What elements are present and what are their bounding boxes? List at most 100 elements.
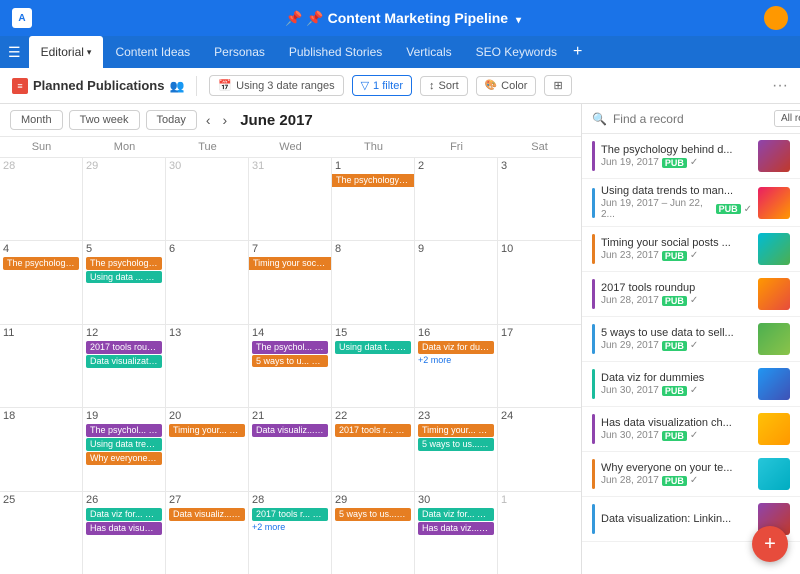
calendar-day[interactable]: 11 [0,325,83,407]
calendar-day[interactable]: 21Data visualiz... EDIT 🏔 [249,408,332,490]
add-tab-button[interactable]: + [573,43,582,61]
tab-content-ideas[interactable]: Content Ideas [103,36,202,68]
calendar-day[interactable]: 26Data viz for... EDIT 🏔Has data visuali… [83,492,166,574]
event-pill[interactable]: The psychology behind data viz DRAFT 🏔 [332,174,414,187]
tab-personas-label: Personas [214,45,265,59]
add-record-button[interactable]: + [752,526,788,562]
calendar-day[interactable]: 16Data viz for dummies DRAFT 🏔+2 more [415,325,498,407]
calendar-day[interactable]: 1 The psychology behind data viz DRAFT 🏔 [332,158,415,240]
calendar-day[interactable]: 10 [498,241,581,323]
event-pill[interactable]: +2 more [418,355,494,365]
two-week-view-button[interactable]: Two week [69,110,140,130]
calendar-day[interactable]: 30 [166,158,249,240]
tab-seo-keywords[interactable]: SEO Keywords [464,36,569,68]
event-pill[interactable]: Data visualiz... EDIT 🏔 [252,424,328,437]
event-pill[interactable]: Why everyone on your team need... DRAFT … [86,452,162,465]
list-item[interactable]: Has data visualization ch...Jun 30, 2017… [582,407,800,452]
calendar-day[interactable]: 27Data visualiz... PUB ✓ [166,492,249,574]
next-month-button[interactable]: › [220,112,231,128]
event-pill[interactable]: Data viz for... EDIT 🏔 [86,508,162,521]
calendar-day[interactable]: 122017 tools roundup DRAFT 🏔Data visuali… [83,325,166,407]
event-pill[interactable]: 5 ways to us... EDIT 🏔 [418,438,494,451]
event-pill[interactable]: Data visualization: Linking left brain &… [86,355,162,368]
event-pill[interactable]: Data viz for dummies DRAFT 🏔 [418,341,494,354]
calendar-day[interactable]: 19The psychol... PUB ✓Using data trends … [83,408,166,490]
calendar-day[interactable]: 8 [332,241,415,323]
tab-verticals[interactable]: Verticals [394,36,463,68]
event-pill[interactable]: 5 ways to u... DRAFT... [252,355,328,367]
filter-button[interactable]: ▽ 1 filter [352,75,412,96]
event-pill[interactable]: Has data visualization changed the busin… [86,522,162,535]
event-pill[interactable]: Using data ... DRAFT... [86,271,162,283]
event-pill[interactable]: The psychol... EDIT 🏔 [252,341,328,354]
calendar-day[interactable]: 18 [0,408,83,490]
tab-personas[interactable]: Personas [202,36,277,68]
calendar-day[interactable]: 282017 tools r... PUB ✓+2 more [249,492,332,574]
calendar-day[interactable]: 2 [415,158,498,240]
all-records-button[interactable]: All records ▾ [774,110,800,127]
calendar-day[interactable]: 20Timing your... EDIT 🏔 [166,408,249,490]
list-item[interactable]: 5 ways to use data to sell...Jun 29, 201… [582,317,800,362]
record-thumbnail [758,458,790,490]
calendar-day[interactable]: 5The psychology ... DRAFT 🏔Using data ..… [83,241,166,323]
calendar-day[interactable]: 23Timing your... PUB ✓5 ways to us... ED… [415,408,498,490]
calendar-day[interactable]: 4The psychology ... DRAFT 🏔 [0,241,83,323]
calendar-day[interactable]: 3 [498,158,581,240]
event-pill[interactable]: The psychology ... DRAFT 🏔 [3,257,79,270]
prev-month-button[interactable]: ‹ [203,112,214,128]
find-record-input[interactable] [613,112,768,126]
list-item[interactable]: Using data trends to man...Jun 19, 2017 … [582,179,800,227]
calendar-day[interactable]: 222017 tools r... EDIT 🏔 [332,408,415,490]
event-pill[interactable]: +2 more [252,522,328,532]
calendar-day[interactable]: 25 [0,492,83,574]
event-pill[interactable]: 2017 tools r... EDIT 🏔 [335,424,411,437]
event-pill[interactable]: The psychol... PUB ✓ [86,424,162,437]
list-item[interactable]: Why everyone on your te...Jun 28, 2017 P… [582,452,800,497]
event-pill[interactable]: Timing your... EDIT 🏔 [169,424,245,437]
calendar-day[interactable]: 15Using data t... EDIT 🏔 [332,325,415,407]
record-title: Data visualization: Linkin... [601,513,752,525]
event-pill[interactable]: Using data t... EDIT 🏔 [335,341,411,354]
calendar-day[interactable]: 28 [0,158,83,240]
event-pill[interactable]: Data visualiz... PUB ✓ [169,508,245,521]
list-item[interactable]: 2017 tools roundupJun 28, 2017 PUB ✓ [582,272,800,317]
event-pill[interactable]: The psychology ... DRAFT 🏔 [86,257,162,270]
sort-button[interactable]: ↕ Sort [420,76,468,96]
calendar-day[interactable]: 31 [249,158,332,240]
month-view-button[interactable]: Month [10,110,63,130]
calendar-day[interactable]: 295 ways to us... PUB ✓ [332,492,415,574]
day-number: 1 [335,160,411,172]
tab-published-stories[interactable]: Published Stories [277,36,394,68]
calendar-day[interactable]: 13 [166,325,249,407]
event-pill[interactable]: Data viz for... PUB ✓ [418,508,494,521]
event-pill[interactable]: 5 ways to us... PUB ✓ [335,508,411,521]
more-options-button[interactable]: ··· [772,77,788,95]
event-pill[interactable]: Timing your social posts for success DRA… [249,257,331,270]
record-info: Data viz for dummiesJun 30, 2017 PUB ✓ [601,372,752,396]
color-button[interactable]: 🎨 Color [476,76,537,96]
expand-button[interactable]: ⊞ [544,75,571,96]
hamburger-icon[interactable]: ☰ [8,44,21,61]
event-pill[interactable]: Has data viz... PUB ✓ [418,522,494,535]
calendar-day[interactable]: 9 [415,241,498,323]
calendar-day[interactable]: 1 [498,492,581,574]
list-item[interactable]: Data viz for dummiesJun 30, 2017 PUB ✓ [582,362,800,407]
list-item[interactable]: Timing your social posts ...Jun 23, 2017… [582,227,800,272]
today-button[interactable]: Today [146,110,197,130]
calendar-day[interactable]: 14The psychol... EDIT 🏔5 ways to u... DR… [249,325,332,407]
calendar-day[interactable]: 6 [166,241,249,323]
event-pill[interactable]: Using data trends to manage your merchan… [86,438,162,451]
event-pill[interactable]: 2017 tools roundup DRAFT 🏔 [86,341,162,354]
color-label: Color [501,80,527,92]
event-pill[interactable]: Timing your... PUB ✓ [418,424,494,437]
calendar-day[interactable]: 30Data viz for... PUB ✓Has data viz... P… [415,492,498,574]
event-pill[interactable]: 2017 tools r... PUB ✓ [252,508,328,521]
calendar-day[interactable]: 17 [498,325,581,407]
list-item[interactable]: The psychology behind d...Jun 19, 2017 P… [582,134,800,179]
calendar-day[interactable]: 7Timing your social posts for success DR… [249,241,332,323]
calendar-day[interactable]: 24 [498,408,581,490]
date-range-button[interactable]: 📅 Using 3 date ranges [209,75,343,96]
people-icon: 👥 [169,79,184,93]
calendar-day[interactable]: 29 [83,158,166,240]
tab-editorial[interactable]: Editorial ▾ [29,36,104,68]
